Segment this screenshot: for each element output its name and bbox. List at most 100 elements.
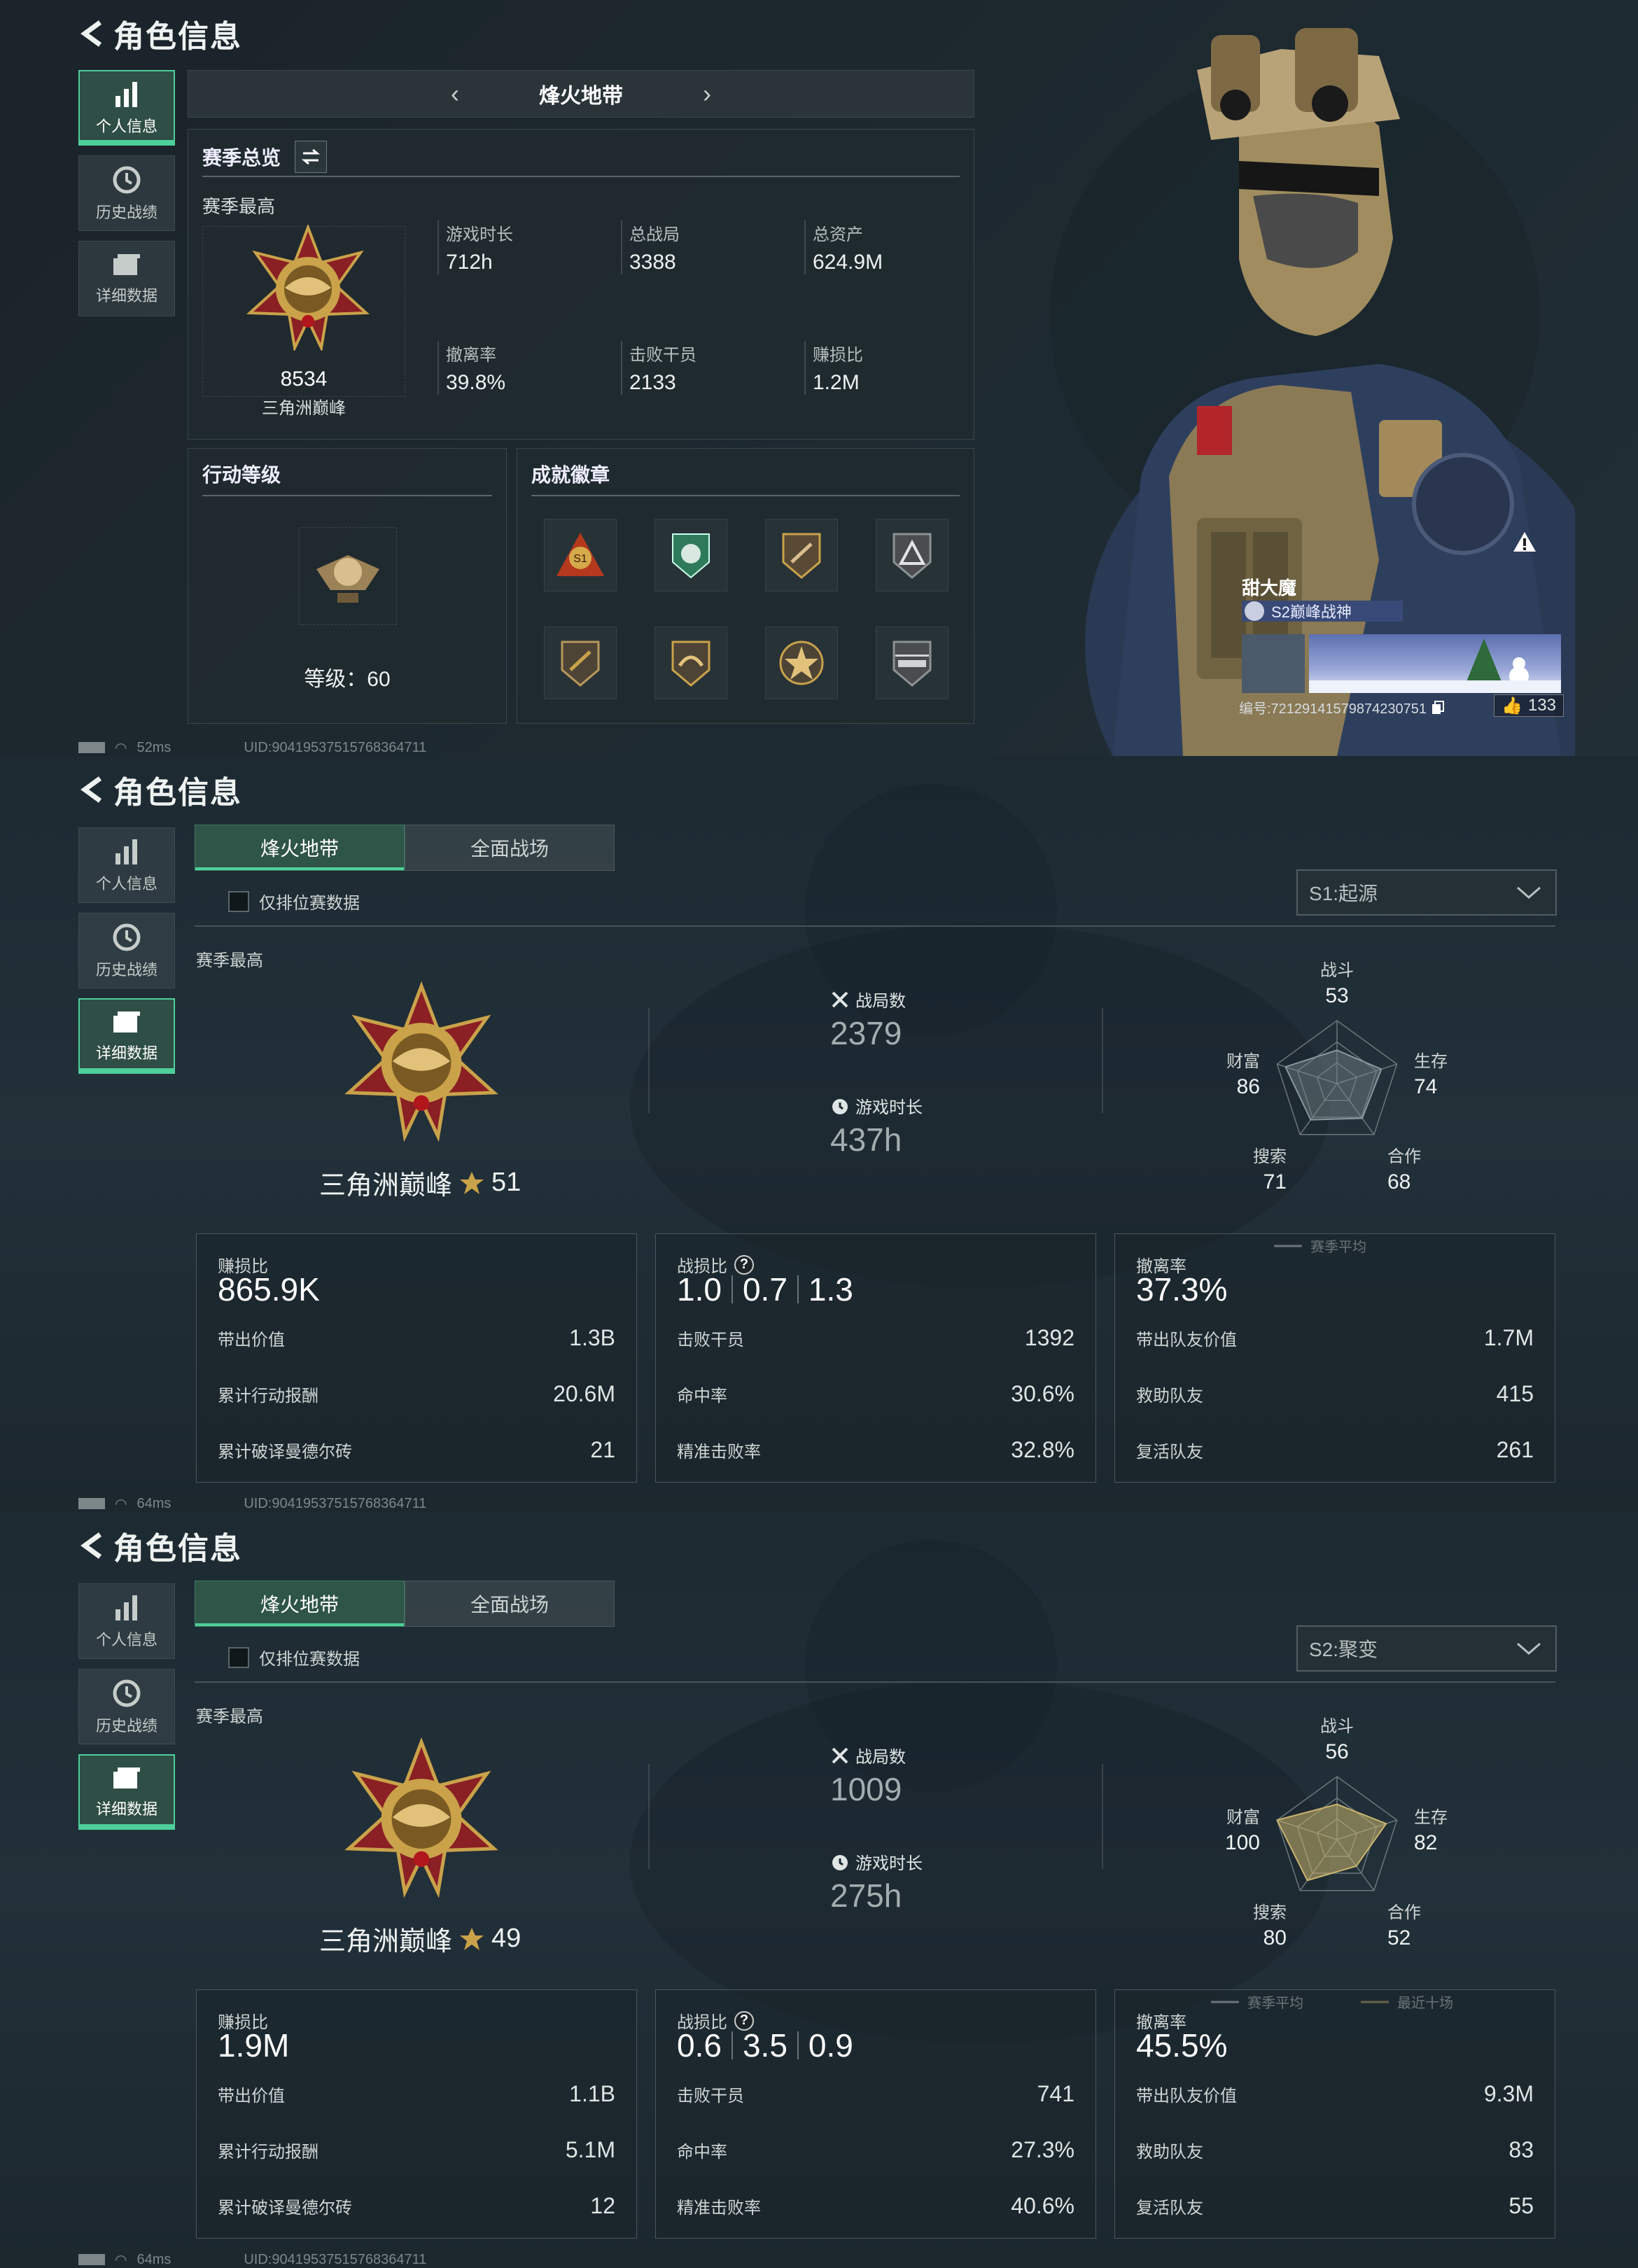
next-map-chevron-icon[interactable]: › [686, 79, 728, 108]
level-emblem-icon [299, 527, 397, 625]
ability-radar-chart: 战斗53生存74合作68搜索71财富86赛季平均 [1226, 961, 1448, 1255]
section-title: 赛季总览 [202, 147, 281, 169]
radar-label: 财富 [1226, 1052, 1260, 1071]
season-overview-box: 赛季总览 赛季最高 8534 三角洲巅峰 游戏时长 712h 总战局 3388 总资… [188, 129, 974, 440]
mode-tabs: 烽火地带 全面战场 [195, 1581, 615, 1627]
badge-star-icon[interactable] [765, 626, 838, 699]
report-warning-icon[interactable] [1512, 529, 1537, 554]
radar-value: 68 [1387, 1170, 1410, 1194]
player-name: 甜大魔 [1242, 578, 1297, 598]
radar-value: 86 [1237, 1075, 1260, 1098]
season-select[interactable]: S2:聚变 [1296, 1625, 1557, 1672]
nav-history[interactable]: 历史战绩 [78, 155, 175, 231]
bar-chart-icon [115, 1595, 137, 1620]
back-arrow-icon[interactable] [77, 1529, 105, 1562]
player-name-card[interactable]: 甜大魔 S2巅峰战神 编号:72129141579874230751 👍 133 [1239, 574, 1564, 722]
crossed-swords-icon [832, 1747, 848, 1763]
rank-stars: 49 [491, 1924, 522, 1953]
wifi-icon: ◠ [115, 1496, 127, 1512]
panel-detail-s2: 角色信息 个人信息 历史战绩 详细数据 烽火地带 全面战场 仅排位赛数据 S2:… [0, 1512, 1638, 2268]
page-header: 角色信息 [77, 13, 378, 55]
profit-card: 赚损比 865.9K 带出价值 1.3B 累计行动报酬 20.6M 累计破译曼德尔砖… [196, 1233, 637, 1483]
nav-detail-data[interactable]: 详细数据 [78, 1754, 175, 1830]
rank-medal-icon [344, 1737, 498, 1898]
divider [1102, 1008, 1103, 1113]
panel-personal-info: 角色信息 个人信息 历史战绩 详细数据 ‹ 烽火地带 › 赛季总览 赛季最高 8… [0, 0, 1638, 756]
star-icon [460, 1927, 484, 1950]
radar-label: 生存 [1414, 1052, 1448, 1071]
status-bar: ◠ 64ms UID:90419537515768364711 [78, 2251, 426, 2268]
kd-card: 战损比? 1.0 0.7 1.3 击败干员 1392 命中率 30.6% 精准击败率 32… [655, 1233, 1096, 1483]
nav-personal-info[interactable]: 个人信息 [78, 70, 175, 146]
swap-icon[interactable] [295, 141, 328, 173]
page-title: 角色信息 [113, 776, 242, 810]
badge-helicopter-icon[interactable] [876, 626, 948, 699]
stat-playtime: 游戏时长 712h [438, 220, 513, 274]
side-nav: 个人信息 历史战绩 详细数据 [78, 1583, 175, 1840]
rank-name-row: 三角洲巅峰 49 [319, 1924, 522, 1956]
tab-hazard-zone[interactable]: 烽火地带 [195, 1581, 405, 1627]
checkbox-box[interactable] [228, 890, 249, 912]
nav-detail-data[interactable]: 详细数据 [78, 998, 175, 1074]
prev-map-chevron-icon[interactable]: ‹ [434, 79, 476, 108]
profit-card: 赚损比 1.9M 带出价值 1.1B 累计行动报酬 5.1M 累计破译曼德尔砖 12 [196, 1989, 637, 2239]
mode-tabs: 烽火地带 全面战场 [195, 825, 615, 871]
copy-icon[interactable] [1431, 700, 1445, 715]
nav-history[interactable]: 历史战绩 [78, 1669, 175, 1744]
matches-stat: 战局数 1009 [830, 1743, 906, 1808]
avatar [1242, 634, 1305, 693]
uid: UID:90419537515768364711 [244, 739, 427, 755]
tab-warfare[interactable]: 全面战场 [405, 825, 615, 871]
christmas-banner-image [1309, 634, 1561, 693]
nav-personal-info[interactable]: 个人信息 [78, 827, 175, 903]
nav-personal-info[interactable]: 个人信息 [78, 1583, 175, 1659]
nav-detail-data[interactable]: 详细数据 [78, 241, 175, 316]
kd-card: 战损比? 0.6 3.5 0.9 击败干员 741 命中率 27.3% 精准击败率 40.… [655, 1989, 1096, 2239]
nav-history[interactable]: 历史战绩 [78, 913, 175, 988]
badge-wing-shield-icon[interactable] [544, 626, 617, 699]
radar-label: 搜索 [1253, 1147, 1287, 1166]
level-label: 等级：60 [304, 668, 391, 691]
radar-value: 100 [1225, 1831, 1260, 1854]
back-arrow-icon[interactable] [77, 773, 105, 806]
nav-label: 个人信息 [95, 118, 158, 135]
ranked-only-checkbox[interactable]: 仅排位赛数据 [228, 889, 360, 913]
page-header: 角色信息 [77, 769, 378, 811]
radar-value: 56 [1325, 1740, 1348, 1763]
radar-area [1284, 1049, 1382, 1121]
clock-history-icon [113, 1679, 141, 1707]
rank-name: 三角洲巅峰 [262, 399, 346, 418]
clock-history-icon [113, 923, 141, 951]
badge-triangle-icon[interactable] [876, 519, 948, 592]
tab-hazard-zone[interactable]: 烽火地带 [195, 825, 405, 871]
thumbs-up-icon: 👍 [1502, 696, 1522, 715]
battery-icon [78, 2254, 105, 2265]
page-header: 角色信息 [77, 1525, 378, 1567]
radar-value: 52 [1387, 1926, 1410, 1949]
playtime-stat: 游戏时长 275h [830, 1849, 923, 1914]
like-button[interactable]: 👍 133 [1494, 694, 1564, 717]
season-select[interactable]: S1:起源 [1296, 869, 1557, 916]
badge-eagle-shield-icon[interactable] [654, 626, 727, 699]
section-title: 行动等级 [202, 464, 281, 486]
badge-s1-icon[interactable]: S1 [544, 519, 617, 592]
back-arrow-icon[interactable] [77, 17, 105, 50]
radar-label: 战斗 [1320, 961, 1354, 980]
title-emblem-icon [1245, 601, 1264, 621]
ping: 52ms [136, 739, 172, 755]
star-icon [460, 1171, 484, 1194]
matches-stat: 战局数 2379 [830, 987, 906, 1052]
stopwatch-icon [832, 1098, 848, 1114]
stat-extraction-rate: 撤离率 39.8% [438, 341, 505, 395]
ability-radar-chart: 战斗56生存82合作52搜索80财富100赛季平均最近十场 [1211, 1717, 1453, 2011]
checkbox-box[interactable] [228, 1646, 249, 1668]
ranked-only-checkbox[interactable]: 仅排位赛数据 [228, 1645, 360, 1670]
battery-icon [78, 1498, 105, 1509]
radar-value: 53 [1325, 984, 1348, 1007]
status-bar: ◠ 64ms UID:90419537515768364711 [78, 1495, 426, 1512]
badge-bronze-shield-icon[interactable] [765, 519, 838, 592]
action-level-box: 行动等级 等级：60 [188, 448, 507, 724]
tab-warfare[interactable]: 全面战场 [405, 1581, 615, 1627]
nav-label: 历史战绩 [95, 204, 158, 221]
badge-green-shield-icon[interactable] [654, 519, 727, 592]
